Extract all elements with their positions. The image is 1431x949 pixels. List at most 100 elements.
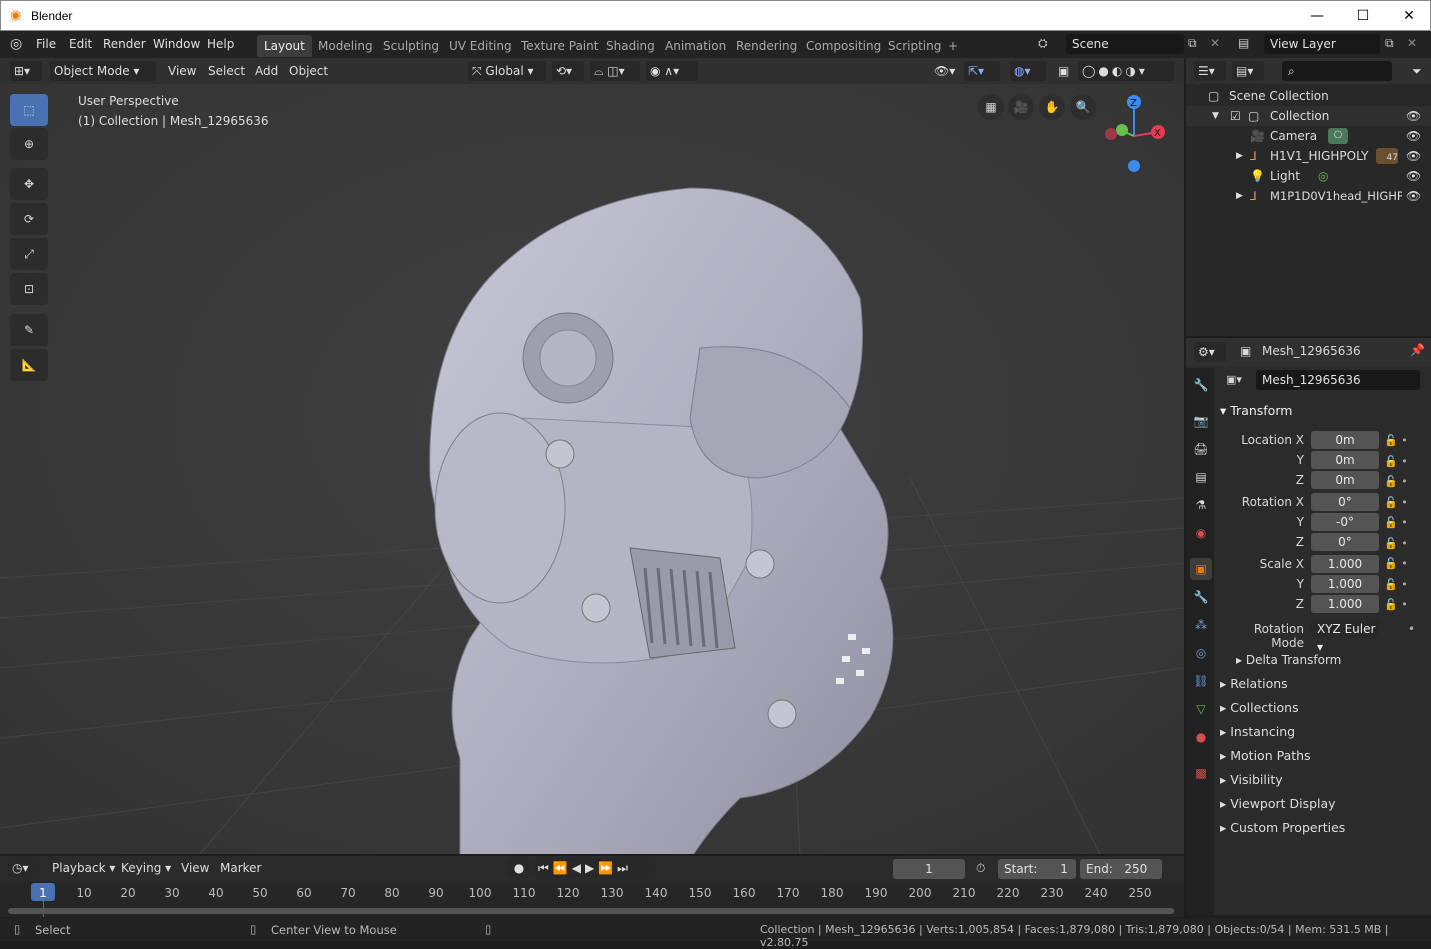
zoom-icon[interactable]: 🔍 (1070, 94, 1096, 120)
scale-tool[interactable]: ⤢ (10, 238, 48, 270)
outliner-search-input[interactable]: ⌕ (1282, 61, 1392, 81)
expand-arrow-icon[interactable]: ▶ (1236, 146, 1243, 166)
eye-icon[interactable]: 👁 (1406, 106, 1421, 126)
visibility-dropdown[interactable]: 👁▾ (930, 61, 959, 81)
overlays-toggle[interactable]: ◍▾ (1010, 61, 1046, 81)
checkbox-icon[interactable]: ☑ (1230, 106, 1241, 126)
outliner-row-scene-collection[interactable]: ▢ Scene Collection (1186, 86, 1431, 106)
eye-icon[interactable]: 👁 (1406, 146, 1421, 166)
children-badge[interactable]: 47 (1376, 148, 1398, 164)
move-tool[interactable]: ✥ (10, 168, 48, 200)
menu-edit[interactable]: Edit (69, 37, 92, 51)
editor-type-dropdown[interactable]: ⊞▾ (10, 61, 42, 81)
location-z-field[interactable]: 0m (1311, 471, 1379, 489)
tab-scripting[interactable]: Scripting (881, 35, 948, 57)
camera-data-icon[interactable]: ⎔ (1328, 128, 1348, 144)
filter-icon[interactable]: ⏷ (1408, 61, 1426, 81)
eye-icon[interactable]: 👁 (1406, 126, 1421, 146)
delete-scene-icon[interactable]: ✕ (1210, 36, 1220, 50)
expand-arrow-icon[interactable]: ▼ (1212, 106, 1219, 126)
tab-shading[interactable]: Shading (599, 35, 662, 57)
timeline-menu-playback[interactable]: Playback ▾ (48, 858, 119, 878)
tab-modeling[interactable]: Modeling (311, 35, 380, 57)
scale-x-field[interactable]: 1.000 (1311, 555, 1379, 573)
delete-view-layer-icon[interactable]: ✕ (1407, 36, 1417, 50)
outliner-row-h1v1[interactable]: ▶ ⅃ H1V1_HIGHPOLY 47 👁 (1186, 146, 1431, 166)
current-frame-field[interactable]: 1 (893, 859, 965, 879)
end-frame-field[interactable]: End: 250 (1080, 859, 1162, 879)
3d-viewport[interactable]: ⊞▾ Object Mode ▾ View Select Add Object … (0, 58, 1184, 854)
viewport-menu-view[interactable]: View (164, 61, 200, 81)
transform-orientation-dropdown[interactable]: ⤧ Global ▾ (468, 61, 546, 81)
material-tab-icon[interactable]: ● (1190, 726, 1212, 748)
collections-section[interactable]: ▸ Collections (1220, 700, 1299, 715)
location-x-field[interactable]: 0m (1311, 431, 1379, 449)
timeline-menu-keying[interactable]: Keying ▾ (117, 858, 175, 878)
eye-icon[interactable]: 👁 (1406, 186, 1421, 206)
data-tab-icon[interactable]: ▽ (1190, 698, 1212, 720)
modifier-tab-icon[interactable]: 🔧 (1190, 586, 1212, 608)
display-mode-dropdown[interactable]: ▤▾ (1232, 61, 1264, 81)
tool-tab-icon[interactable]: 🔧 (1190, 374, 1212, 396)
visibility-section[interactable]: ▸ Visibility (1220, 772, 1283, 787)
blender-menu-icon[interactable]: ◎ (10, 36, 22, 52)
relations-section[interactable]: ▸ Relations (1220, 676, 1288, 691)
datablock-type-icon[interactable]: ▣▾ (1226, 373, 1242, 386)
outliner-row-light[interactable]: 💡 Light ◎ 👁 (1186, 166, 1431, 186)
menu-file[interactable]: File (36, 37, 56, 51)
camera-view-icon[interactable]: 🎥 (1008, 94, 1034, 120)
select-box-tool[interactable]: ⬚ (10, 94, 48, 126)
new-view-layer-icon[interactable]: ⧉ (1385, 36, 1394, 51)
snap-toggle[interactable]: ⌓ ◫▾ (590, 61, 640, 81)
proportional-edit-toggle[interactable]: ◉ ∧▾ (646, 61, 698, 81)
playback-controls[interactable]: ⏮⏪◀▶⏩⏭ (534, 858, 656, 878)
viewport-menu-object[interactable]: Object (285, 61, 332, 81)
scene-tab-icon[interactable]: ⚗ (1190, 494, 1212, 516)
view-layer-icon[interactable]: ▤ (1238, 36, 1249, 50)
record-button[interactable]: ● (508, 858, 530, 878)
outliner-row-collection[interactable]: ▼ ☑ ▢ Collection 👁 (1186, 106, 1431, 126)
constraints-tab-icon[interactable]: ⛓ (1190, 670, 1212, 692)
pin-icon[interactable]: 📌 (1410, 343, 1425, 357)
scale-y-field[interactable]: 1.000 (1311, 575, 1379, 593)
menu-help[interactable]: Help (207, 37, 234, 51)
scene-name-field[interactable]: Scene (1066, 34, 1184, 54)
measure-tool[interactable]: 📐 (10, 349, 48, 381)
pan-hand-icon[interactable]: ✋ (1039, 94, 1065, 120)
custom-properties-section[interactable]: ▸ Custom Properties (1220, 820, 1345, 835)
motion-paths-section[interactable]: ▸ Motion Paths (1220, 748, 1311, 763)
new-scene-icon[interactable]: ⧉ (1188, 36, 1197, 51)
scene-selector-icon[interactable]: ⛭ (1038, 36, 1048, 51)
close-window-button[interactable]: ✕ (1386, 1, 1431, 31)
output-tab-icon[interactable]: 🖨 (1190, 438, 1212, 460)
viewport-menu-select[interactable]: Select (204, 61, 249, 81)
tab-layout[interactable]: Layout (257, 35, 312, 57)
lock-toggles[interactable]: 🔓 • 🔓 • 🔓 • 🔓 • 🔓 • 🔓 • 🔓 • 🔓 • 🔓 • (1384, 431, 1424, 613)
delta-transform-header[interactable]: ▸ Delta Transform (1236, 653, 1341, 667)
viewport-display-section[interactable]: ▸ Viewport Display (1220, 796, 1336, 811)
menu-window[interactable]: Window (153, 37, 200, 51)
timeline-editor-type-dropdown[interactable]: ◷▾ (8, 858, 40, 878)
minimize-button[interactable]: — (1294, 1, 1340, 31)
pivot-point-dropdown[interactable]: ⟲▾ (552, 61, 584, 81)
shading-mode-buttons[interactable]: ◯●◐◑▾ (1078, 61, 1174, 81)
navigation-gizmo[interactable]: Z X (1098, 90, 1174, 176)
object-mode-dropdown[interactable]: Object Mode ▾ (50, 61, 156, 81)
physics-tab-icon[interactable]: ◎ (1190, 642, 1212, 664)
eye-icon[interactable]: 👁 (1406, 166, 1421, 186)
transform-section-header[interactable]: ▾ Transform (1220, 403, 1292, 418)
location-y-field[interactable]: 0m (1311, 451, 1379, 469)
gizmo-toggle[interactable]: ⇱▾ (964, 61, 1000, 81)
tab-sculpting[interactable]: Sculpting (376, 35, 446, 57)
rotation-y-field[interactable]: -0° (1311, 513, 1379, 531)
texture-tab-icon[interactable]: ▩ (1190, 762, 1212, 784)
scale-z-field[interactable]: 1.000 (1311, 595, 1379, 613)
expand-arrow-icon[interactable]: ▶ (1236, 186, 1243, 206)
xray-toggle[interactable]: ▣ (1054, 61, 1073, 81)
datablock-name-field[interactable]: Mesh_12965636 (1256, 370, 1420, 390)
tab-compositing[interactable]: Compositing (799, 35, 888, 57)
tab-texture-paint[interactable]: Texture Paint (514, 35, 605, 57)
maximize-button[interactable]: ☐ (1340, 1, 1386, 31)
start-frame-field[interactable]: Start: 1 (998, 859, 1076, 879)
timeline-scrollbar[interactable] (8, 908, 1174, 914)
